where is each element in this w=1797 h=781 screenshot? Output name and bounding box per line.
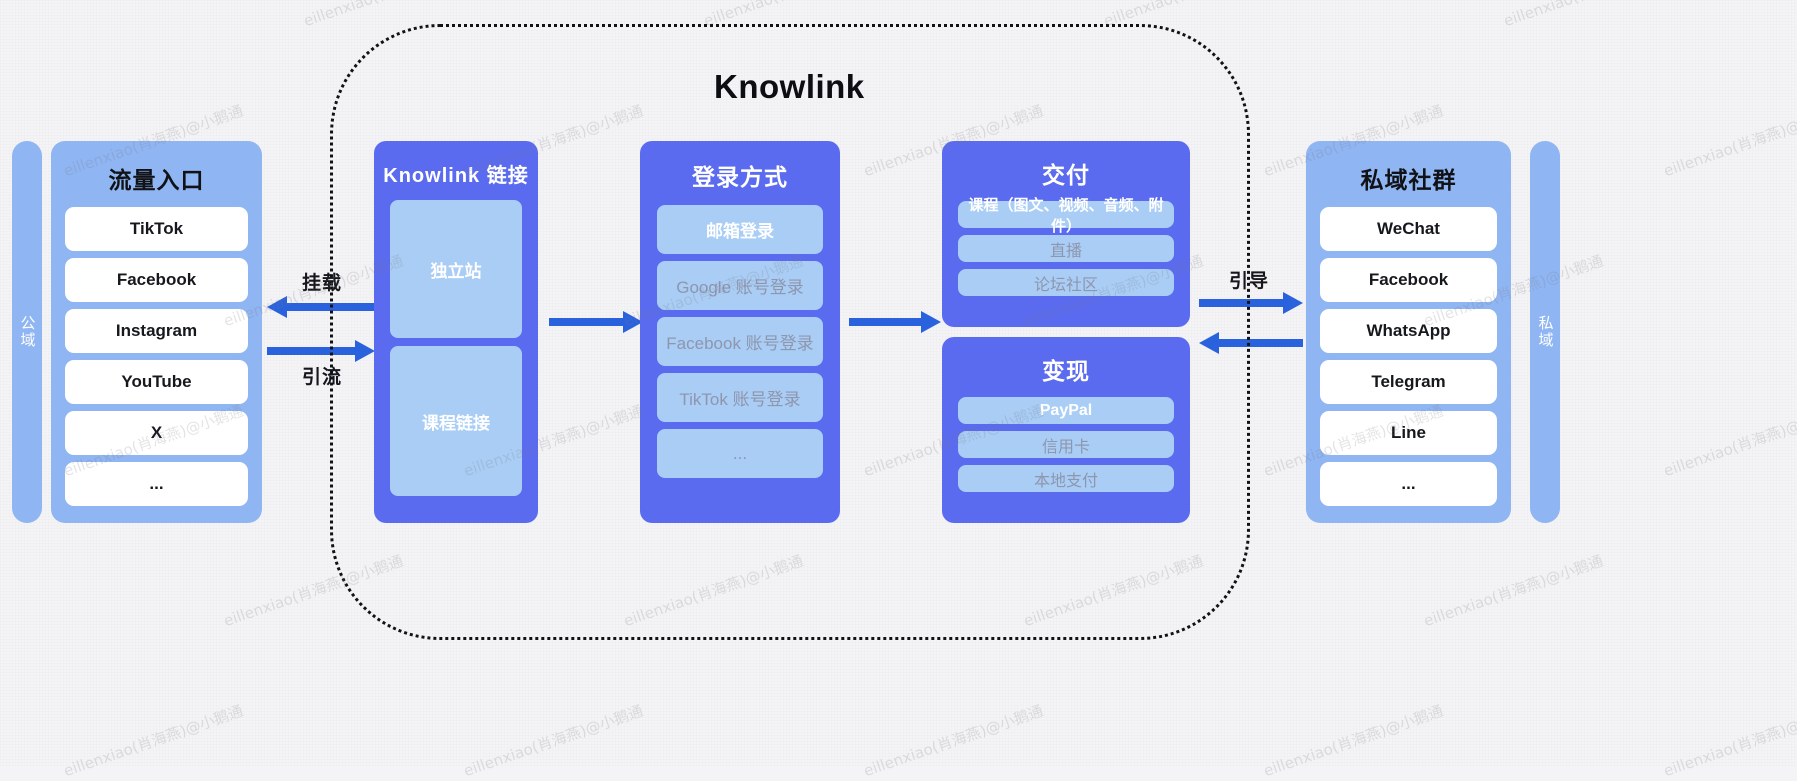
list-item[interactable]: ...	[1320, 462, 1497, 506]
private-domain-label: 私域	[1536, 315, 1554, 349]
list-item[interactable]: WhatsApp	[1320, 309, 1497, 353]
public-domain-bar: 公域	[12, 141, 42, 523]
knowlink-title: Knowlink	[714, 68, 865, 105]
list-item[interactable]: WeChat	[1320, 207, 1497, 251]
public-domain-label: 公域	[18, 315, 36, 349]
private-community-title: 私域社群	[1360, 167, 1457, 193]
list-item[interactable]: YouTube	[65, 360, 248, 404]
list-item[interactable]: Facebook	[65, 258, 248, 302]
knowlink-boundary	[330, 24, 1250, 640]
list-item[interactable]: Facebook	[1320, 258, 1497, 302]
private-domain-bar: 私域	[1530, 141, 1560, 523]
private-community-column: 私域社群 WeChat Facebook WhatsApp Telegram L…	[1306, 141, 1511, 523]
list-item[interactable]: Line	[1320, 411, 1497, 455]
traffic-entry-column: 流量入口 TikTok Facebook Instagram YouTube X…	[51, 141, 262, 523]
private-community-items: WeChat Facebook WhatsApp Telegram Line .…	[1306, 195, 1511, 520]
traffic-entry-items: TikTok Facebook Instagram YouTube X ...	[51, 195, 262, 520]
list-item[interactable]: Telegram	[1320, 360, 1497, 404]
list-item[interactable]: ...	[65, 462, 248, 506]
diagram-canvas: Knowlink 公域 流量入口 TikTok Facebook Instagr…	[0, 0, 1797, 766]
list-item[interactable]: TikTok	[65, 207, 248, 251]
traffic-entry-title: 流量入口	[108, 167, 205, 193]
arrow-head-icon	[1283, 292, 1303, 314]
list-item[interactable]: Instagram	[65, 309, 248, 353]
list-item[interactable]: X	[65, 411, 248, 455]
